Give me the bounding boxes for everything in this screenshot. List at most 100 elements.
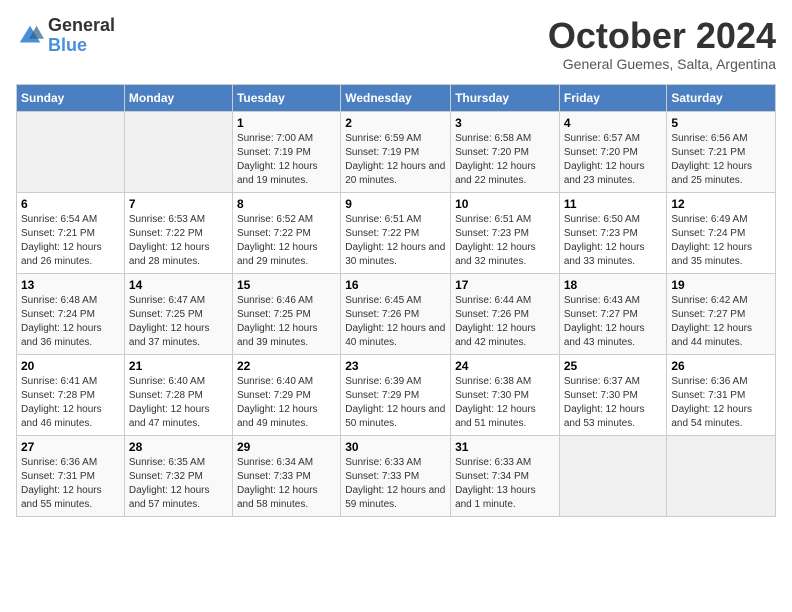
calendar-cell: 25 Sunrise: 6:37 AM Sunset: 7:30 PM Dayli… (559, 354, 667, 435)
calendar-cell: 24 Sunrise: 6:38 AM Sunset: 7:30 PM Dayli… (451, 354, 560, 435)
day-info: Sunrise: 6:41 AM Sunset: 7:28 PM Dayligh… (21, 375, 120, 431)
calendar-cell: 16 Sunrise: 6:45 AM Sunset: 7:26 PM Dayli… (341, 273, 451, 354)
calendar-cell: 13 Sunrise: 6:48 AM Sunset: 7:24 PM Dayli… (17, 273, 125, 354)
day-number: 5 (671, 116, 771, 130)
day-info: Sunrise: 6:56 AM Sunset: 7:21 PM Dayligh… (671, 132, 771, 188)
calendar-cell: 31 Sunrise: 6:33 AM Sunset: 7:34 PM Dayli… (451, 435, 560, 516)
day-number: 23 (345, 359, 446, 373)
calendar-cell (667, 435, 776, 516)
day-info: Sunrise: 6:58 AM Sunset: 7:20 PM Dayligh… (455, 132, 555, 188)
calendar-cell: 26 Sunrise: 6:36 AM Sunset: 7:31 PM Dayli… (667, 354, 776, 435)
calendar-week-row: 13 Sunrise: 6:48 AM Sunset: 7:24 PM Dayli… (17, 273, 776, 354)
day-info: Sunrise: 6:45 AM Sunset: 7:26 PM Dayligh… (345, 294, 446, 350)
calendar-cell: 22Sunrise: 6:40 AM Sunset: 7:29 PM Dayli… (232, 354, 340, 435)
day-info: Sunrise: 6:40 AM Sunset: 7:28 PM Dayligh… (129, 375, 228, 431)
day-info: Sunrise: 6:50 AM Sunset: 7:23 PM Dayligh… (564, 213, 663, 269)
calendar-cell: 18 Sunrise: 6:43 AM Sunset: 7:27 PM Dayli… (559, 273, 667, 354)
calendar-cell: 17 Sunrise: 6:44 AM Sunset: 7:26 PM Dayli… (451, 273, 560, 354)
calendar-cell: 9 Sunrise: 6:51 AM Sunset: 7:22 PM Daylig… (341, 192, 451, 273)
day-info: Sunrise: 6:33 AM Sunset: 7:33 PM Dayligh… (345, 456, 446, 512)
calendar-cell: 8 Sunrise: 6:52 AM Sunset: 7:22 PM Daylig… (232, 192, 340, 273)
day-info: Sunrise: 6:39 AM Sunset: 7:29 PM Dayligh… (345, 375, 446, 431)
day-info: Sunrise: 6:51 AM Sunset: 7:22 PM Dayligh… (345, 213, 446, 269)
calendar-cell (124, 111, 232, 192)
day-number: 15 (237, 278, 336, 292)
day-number: 9 (345, 197, 446, 211)
day-info: Sunrise: 7:00 AM Sunset: 7:19 PM Dayligh… (237, 132, 336, 188)
day-number: 17 (455, 278, 555, 292)
calendar-cell: 27Sunrise: 6:36 AM Sunset: 7:31 PM Dayli… (17, 435, 125, 516)
day-number: 4 (564, 116, 663, 130)
day-info: Sunrise: 6:59 AM Sunset: 7:19 PM Dayligh… (345, 132, 446, 188)
day-number: 8 (237, 197, 336, 211)
day-number: 19 (671, 278, 771, 292)
day-number: 1 (237, 116, 336, 130)
location-subtitle: General Guemes, Salta, Argentina (548, 56, 776, 72)
day-info: Sunrise: 6:43 AM Sunset: 7:27 PM Dayligh… (564, 294, 663, 350)
day-header-sunday: Sunday (17, 84, 125, 111)
calendar-cell (559, 435, 667, 516)
day-info: Sunrise: 6:49 AM Sunset: 7:24 PM Dayligh… (671, 213, 771, 269)
day-number: 26 (671, 359, 771, 373)
day-number: 20 (21, 359, 120, 373)
calendar-cell: 19 Sunrise: 6:42 AM Sunset: 7:27 PM Dayli… (667, 273, 776, 354)
calendar-cell: 15 Sunrise: 6:46 AM Sunset: 7:25 PM Dayli… (232, 273, 340, 354)
day-number: 2 (345, 116, 446, 130)
day-info: Sunrise: 6:36 AM Sunset: 7:31 PM Dayligh… (671, 375, 771, 431)
day-info: Sunrise: 6:54 AM Sunset: 7:21 PM Dayligh… (21, 213, 120, 269)
calendar-table: SundayMondayTuesdayWednesdayThursdayFrid… (16, 84, 776, 517)
day-header-thursday: Thursday (451, 84, 560, 111)
calendar-cell: 12 Sunrise: 6:49 AM Sunset: 7:24 PM Dayli… (667, 192, 776, 273)
day-info: Sunrise: 6:37 AM Sunset: 7:30 PM Dayligh… (564, 375, 663, 431)
day-info: Sunrise: 6:46 AM Sunset: 7:25 PM Dayligh… (237, 294, 336, 350)
day-header-tuesday: Tuesday (232, 84, 340, 111)
day-number: 24 (455, 359, 555, 373)
calendar-week-row: 6 Sunrise: 6:54 AM Sunset: 7:21 PM Daylig… (17, 192, 776, 273)
day-info: Sunrise: 6:33 AM Sunset: 7:34 PM Dayligh… (455, 456, 555, 512)
title-block: October 2024 General Guemes, Salta, Arge… (548, 16, 776, 72)
calendar-cell: 11Sunrise: 6:50 AM Sunset: 7:23 PM Dayli… (559, 192, 667, 273)
day-number: 21 (129, 359, 228, 373)
day-info: Sunrise: 6:48 AM Sunset: 7:24 PM Dayligh… (21, 294, 120, 350)
calendar-header-row: SundayMondayTuesdayWednesdayThursdayFrid… (17, 84, 776, 111)
day-info: Sunrise: 6:57 AM Sunset: 7:20 PM Dayligh… (564, 132, 663, 188)
day-header-wednesday: Wednesday (341, 84, 451, 111)
day-header-friday: Friday (559, 84, 667, 111)
calendar-cell (17, 111, 125, 192)
day-number: 31 (455, 440, 555, 454)
logo-icon (16, 22, 44, 50)
day-number: 18 (564, 278, 663, 292)
calendar-cell: 30 Sunrise: 6:33 AM Sunset: 7:33 PM Dayli… (341, 435, 451, 516)
day-info: Sunrise: 6:35 AM Sunset: 7:32 PM Dayligh… (129, 456, 228, 512)
calendar-cell: 21 Sunrise: 6:40 AM Sunset: 7:28 PM Dayli… (124, 354, 232, 435)
month-title: October 2024 (548, 16, 776, 56)
day-number: 30 (345, 440, 446, 454)
day-number: 7 (129, 197, 228, 211)
calendar-cell: 4 Sunrise: 6:57 AM Sunset: 7:20 PM Daylig… (559, 111, 667, 192)
day-info: Sunrise: 6:42 AM Sunset: 7:27 PM Dayligh… (671, 294, 771, 350)
calendar-week-row: 20 Sunrise: 6:41 AM Sunset: 7:28 PM Dayli… (17, 354, 776, 435)
day-number: 13 (21, 278, 120, 292)
calendar-cell: 7 Sunrise: 6:53 AM Sunset: 7:22 PM Daylig… (124, 192, 232, 273)
day-number: 25 (564, 359, 663, 373)
day-number: 12 (671, 197, 771, 211)
calendar-cell: 2 Sunrise: 6:59 AM Sunset: 7:19 PM Daylig… (341, 111, 451, 192)
day-info: Sunrise: 6:34 AM Sunset: 7:33 PM Dayligh… (237, 456, 336, 512)
day-header-saturday: Saturday (667, 84, 776, 111)
day-number: 29 (237, 440, 336, 454)
day-info: Sunrise: 6:53 AM Sunset: 7:22 PM Dayligh… (129, 213, 228, 269)
day-number: 16 (345, 278, 446, 292)
calendar-cell: 10Sunrise: 6:51 AM Sunset: 7:23 PM Dayli… (451, 192, 560, 273)
calendar-week-row: 1 Sunrise: 7:00 AM Sunset: 7:19 PM Daylig… (17, 111, 776, 192)
logo: General Blue (16, 16, 115, 56)
day-info: Sunrise: 6:44 AM Sunset: 7:26 PM Dayligh… (455, 294, 555, 350)
day-number: 14 (129, 278, 228, 292)
day-info: Sunrise: 6:38 AM Sunset: 7:30 PM Dayligh… (455, 375, 555, 431)
calendar-cell: 29 Sunrise: 6:34 AM Sunset: 7:33 PM Dayli… (232, 435, 340, 516)
calendar-cell: 14Sunrise: 6:47 AM Sunset: 7:25 PM Dayli… (124, 273, 232, 354)
day-number: 28 (129, 440, 228, 454)
day-info: Sunrise: 6:52 AM Sunset: 7:22 PM Dayligh… (237, 213, 336, 269)
day-number: 6 (21, 197, 120, 211)
logo-general-text: General (48, 16, 115, 36)
calendar-cell: 23 Sunrise: 6:39 AM Sunset: 7:29 PM Dayli… (341, 354, 451, 435)
